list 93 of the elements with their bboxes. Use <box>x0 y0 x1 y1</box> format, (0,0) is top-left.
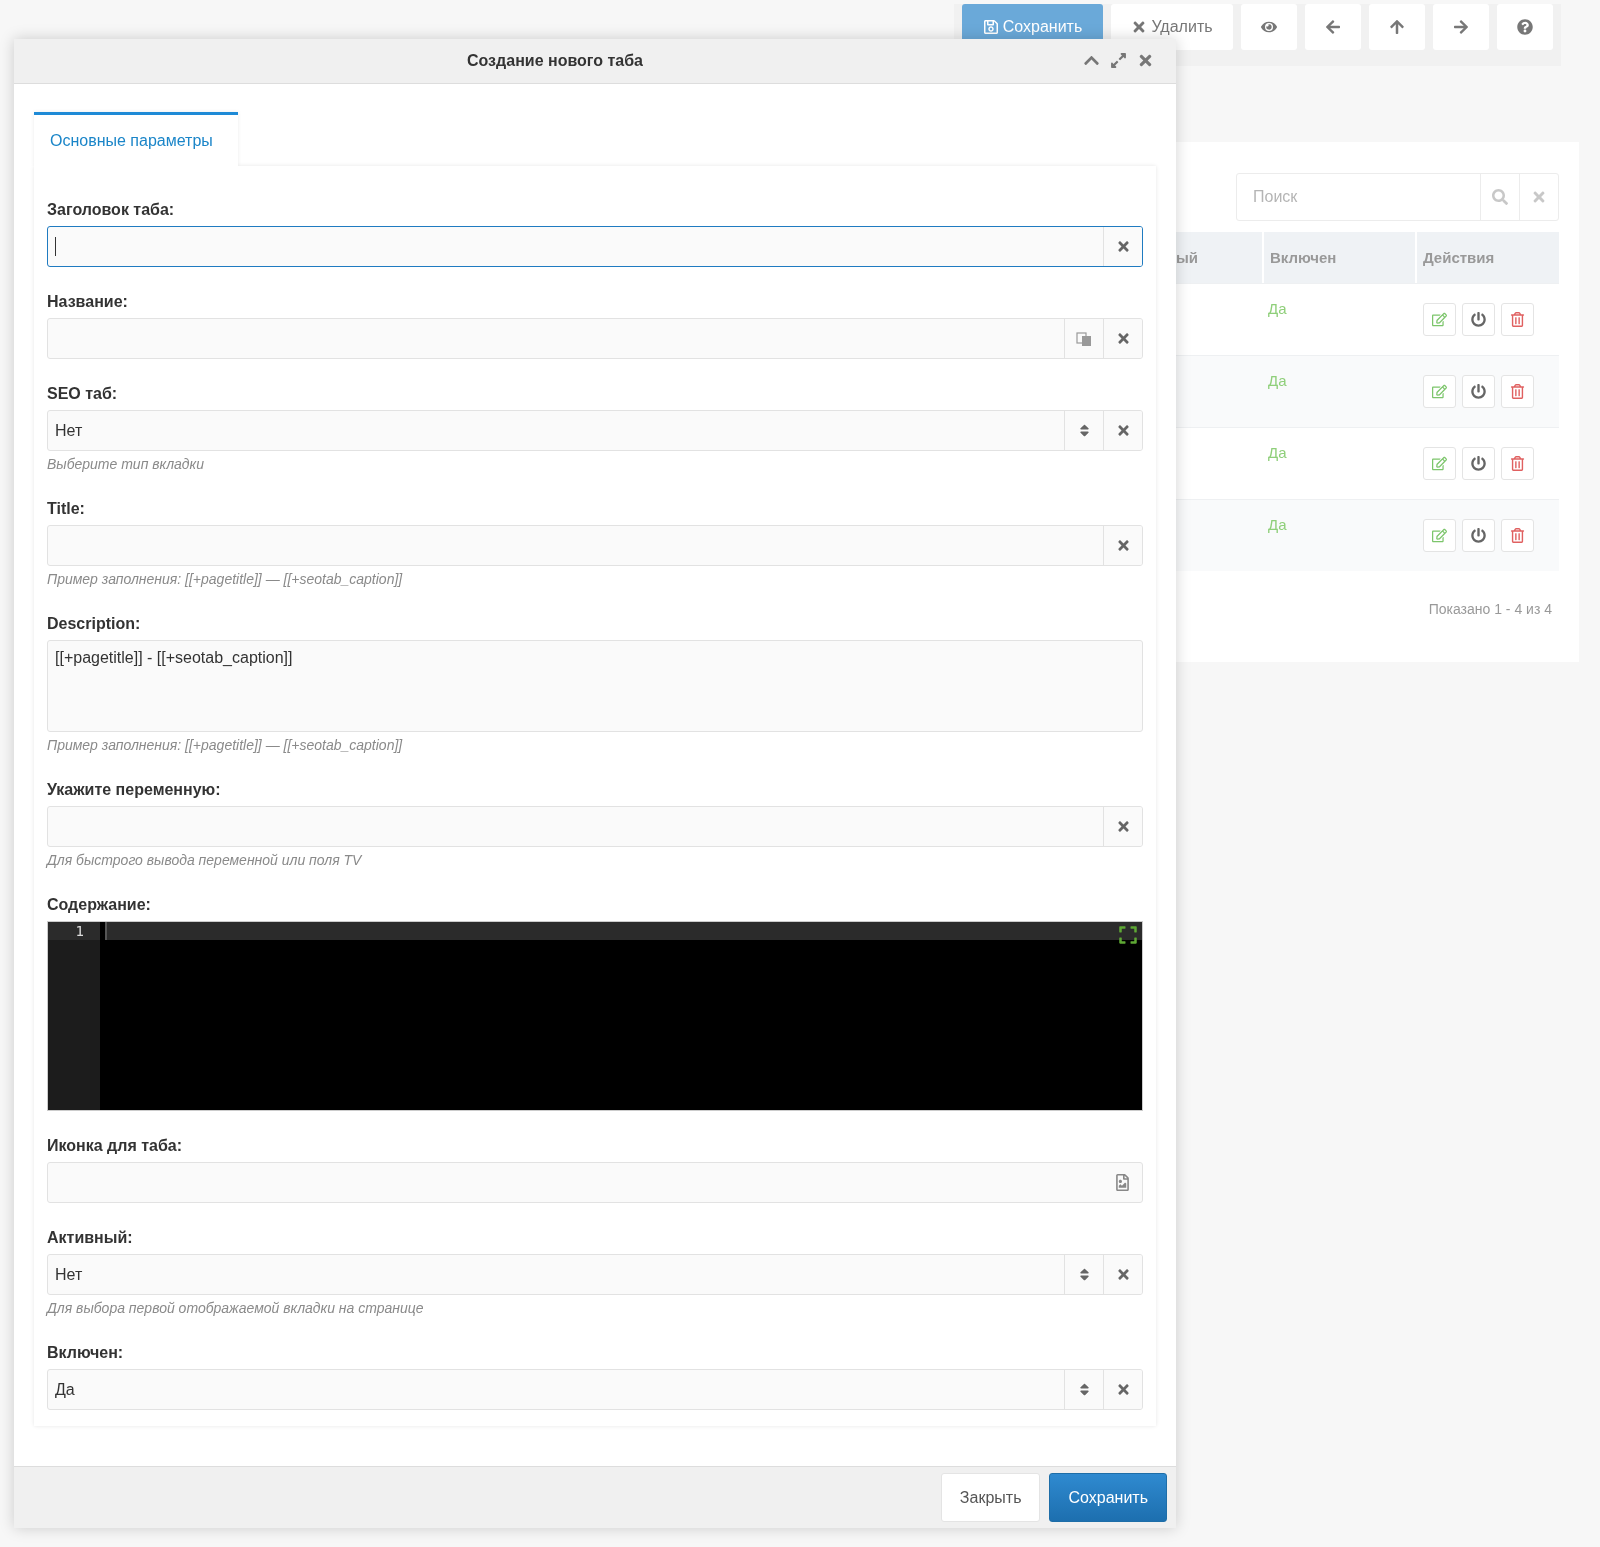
arrow-left-icon <box>1325 19 1341 35</box>
pagination-summary: Показано 1 - 4 из 4 <box>1428 601 1553 617</box>
field-label: Title: <box>47 499 86 519</box>
select-value: Нет <box>55 421 83 440</box>
eye-icon <box>1261 19 1277 35</box>
trash-icon <box>1510 312 1525 327</box>
field-hint: Выберите тип вкладки <box>47 455 205 474</box>
help-button[interactable] <box>1497 4 1553 50</box>
power-button[interactable] <box>1462 519 1495 552</box>
delete-button[interactable] <box>1501 375 1534 408</box>
maximize-button[interactable] <box>1110 52 1127 69</box>
column-header: Включен <box>1262 232 1415 283</box>
field-label: Description: <box>47 614 142 634</box>
clear-button[interactable] <box>1103 319 1142 358</box>
up-button[interactable] <box>1369 4 1425 50</box>
arrow-up-icon <box>1389 19 1405 35</box>
select-field[interactable]: Нет <box>47 410 1143 451</box>
table-cell-text: Да <box>1267 515 1288 535</box>
line-number: 1 <box>48 922 100 940</box>
edit-icon <box>1432 528 1447 543</box>
text-cursor <box>55 237 56 256</box>
textarea-field[interactable]: [[+pagetitle]] - [[+seotab_caption]] <box>47 640 1143 732</box>
column-header: ый <box>1176 232 1262 283</box>
clear-button[interactable] <box>1103 411 1142 450</box>
power-button[interactable] <box>1462 447 1495 480</box>
tab[interactable]: Основные параметры <box>34 112 238 166</box>
delete-button[interactable] <box>1501 447 1534 480</box>
edit-button[interactable] <box>1423 375 1456 408</box>
text-field[interactable] <box>47 226 1143 267</box>
fullscreen-button[interactable] <box>1118 925 1138 945</box>
trash-icon <box>1510 528 1525 543</box>
field-hint: Пример заполнения: [[+pagetitle]] — [[+seotab_caption]] <box>47 570 404 589</box>
code-editor[interactable]: 1 <box>47 921 1143 1111</box>
close-icon <box>1137 52 1154 69</box>
field-label: Активный: <box>47 1228 134 1248</box>
image-file-icon[interactable] <box>1114 1174 1131 1191</box>
close-button[interactable]: Закрыть <box>940 1473 1041 1522</box>
forward-button[interactable] <box>1433 4 1489 50</box>
select-field[interactable]: Нет <box>47 1254 1143 1295</box>
edit-button[interactable] <box>1423 303 1456 336</box>
field-hint: Пример заполнения: [[+pagetitle]] — [[+seotab_caption]] <box>47 736 404 755</box>
edit-icon <box>1432 384 1447 399</box>
field-label: Содержание: <box>47 895 152 915</box>
help-icon <box>1517 19 1533 35</box>
delete-button[interactable] <box>1501 519 1534 552</box>
power-icon <box>1471 528 1486 543</box>
edit-button[interactable] <box>1423 447 1456 480</box>
trash-icon <box>1510 456 1525 471</box>
clear-button[interactable] <box>1103 1255 1142 1294</box>
close-icon <box>1115 1267 1131 1282</box>
table-cell-text: Да <box>1267 299 1288 319</box>
power-icon <box>1471 456 1486 471</box>
column-header: Действия <box>1415 232 1559 283</box>
close-button[interactable] <box>1137 52 1154 69</box>
search-input[interactable]: Поиск <box>1237 174 1480 220</box>
table-cell-text: Да <box>1267 371 1288 391</box>
table-cell-text: Да <box>1267 443 1288 463</box>
arrow-right-icon <box>1453 19 1469 35</box>
power-icon <box>1471 312 1486 327</box>
clear-button[interactable] <box>1103 526 1142 565</box>
search-field[interactable]: Поиск <box>1236 173 1559 221</box>
field-hint: Для быстрого вывода переменной или поля TV <box>47 851 363 870</box>
clear-button[interactable] <box>1103 807 1142 846</box>
power-button[interactable] <box>1462 303 1495 336</box>
delete-button[interactable] <box>1501 303 1534 336</box>
clear-button[interactable] <box>1103 227 1142 266</box>
translate-icon <box>1076 330 1092 347</box>
clear-button[interactable] <box>1103 1370 1142 1409</box>
modal-title: Создание нового таба <box>467 52 643 70</box>
edit-icon <box>1432 312 1447 327</box>
select-value: Нет <box>55 1265 83 1284</box>
field-label: Иконка для таба: <box>47 1136 184 1156</box>
expand-icon <box>1118 925 1138 945</box>
expand-icon <box>1110 52 1127 69</box>
edit-icon <box>1432 456 1447 471</box>
field-hint: Для выбора первой отображаемой вкладки на странице <box>47 1299 425 1318</box>
power-button[interactable] <box>1462 375 1495 408</box>
save-button[interactable]: Сохранить <box>1049 1473 1167 1522</box>
textarea-value: [[+pagetitle]] - [[+seotab_caption]] <box>55 649 293 666</box>
back-button[interactable] <box>1305 4 1361 50</box>
field-label: Включен: <box>47 1343 125 1363</box>
trash-icon <box>1510 384 1525 399</box>
view-button[interactable] <box>1241 4 1297 50</box>
power-icon <box>1471 384 1486 399</box>
file-field[interactable] <box>47 1162 1143 1203</box>
select-value: Да <box>55 1380 75 1399</box>
field-label: SEO таб: <box>47 384 119 404</box>
select-field[interactable]: Да <box>47 1369 1143 1410</box>
save-icon <box>982 19 999 35</box>
edit-button[interactable] <box>1423 519 1456 552</box>
field-label: Укажите переменную: <box>47 780 222 800</box>
field-label: Заголовок таба: <box>47 200 176 220</box>
field-label: Название: <box>47 292 129 312</box>
